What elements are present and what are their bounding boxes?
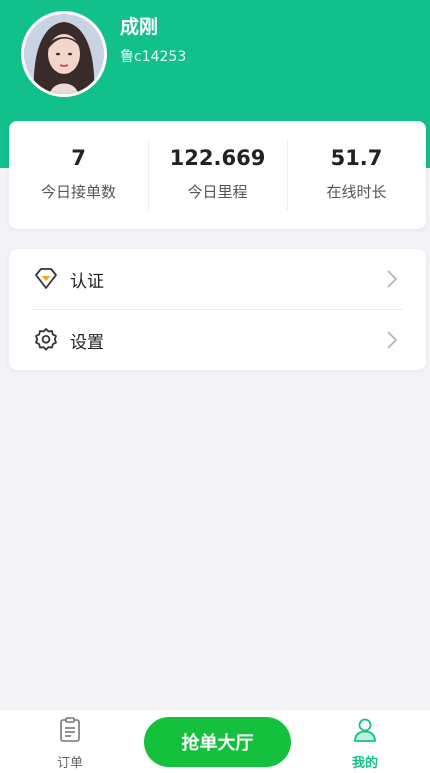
tab-label: 订单 — [56, 756, 83, 771]
menu-card: 认证 设置 — [9, 249, 426, 370]
tab-orders[interactable]: 订单 — [20, 710, 120, 773]
grab-order-hall-button[interactable]: 抢单大厅 — [144, 717, 291, 767]
stat-label: 在线时长 — [326, 183, 387, 201]
user-name: 成刚 — [120, 16, 159, 38]
tab-label: 我的 — [351, 756, 378, 771]
menu-item-certification[interactable]: 认证 — [9, 249, 426, 309]
app-screen: 成刚 鲁c14253 7 今日接单数 122.669 今日里程 51.7 在线时… — [0, 0, 430, 773]
stat-orders-today: 7 今日接单数 — [9, 121, 148, 229]
stat-value: 51.7 — [330, 146, 383, 170]
user-profile-icon — [354, 718, 376, 742]
license-plate: 鲁c14253 — [120, 49, 187, 65]
settings-gear-icon — [35, 328, 57, 351]
menu-item-label: 设置 — [70, 332, 104, 353]
stat-value: 7 — [71, 146, 86, 170]
stat-label: 今日里程 — [187, 183, 248, 201]
stat-label: 今日接单数 — [40, 183, 116, 201]
stat-mileage-today: 122.669 今日里程 — [148, 121, 287, 229]
stat-online-duration: 51.7 在线时长 — [287, 121, 426, 229]
clipboard-icon — [60, 717, 80, 742]
bottom-nav: 订单 抢单大厅 我的 — [0, 709, 430, 773]
avatar-photo — [24, 14, 104, 94]
stats-card: 7 今日接单数 122.669 今日里程 51.7 在线时长 — [9, 121, 426, 229]
stat-value: 122.669 — [169, 146, 266, 170]
chevron-right-icon — [387, 270, 398, 288]
chevron-right-icon — [387, 331, 398, 349]
menu-item-label: 认证 — [70, 271, 104, 292]
menu-item-settings[interactable]: 设置 — [9, 310, 426, 370]
avatar[interactable] — [21, 11, 107, 97]
tab-mine[interactable]: 我的 — [315, 710, 415, 773]
certification-icon — [35, 268, 57, 289]
